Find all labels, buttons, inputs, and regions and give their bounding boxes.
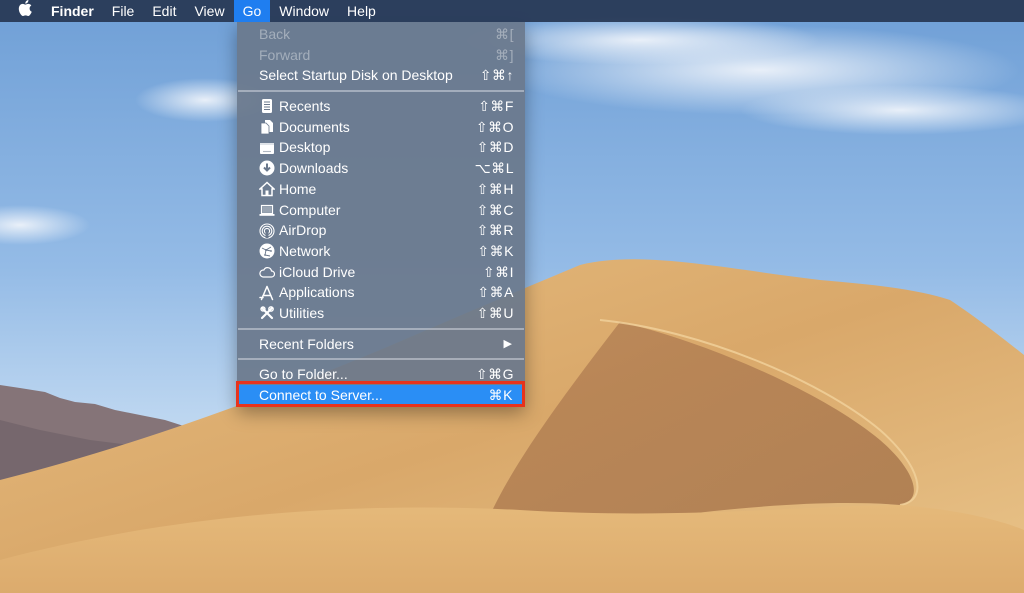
network-icon — [258, 243, 275, 260]
menu-item-label: Connect to Server... — [259, 387, 383, 403]
menu-file[interactable]: File — [103, 0, 144, 22]
menu-separator — [238, 90, 524, 93]
menu-item-shortcut: ⇧⌘F — [478, 98, 514, 115]
menu-item-shortcut: ⇧⌘C — [476, 201, 514, 218]
icloud-icon — [258, 263, 275, 280]
menu-item-shortcut: ⇧⌘A — [477, 284, 514, 301]
home-icon — [258, 181, 275, 198]
menu-item-shortcut: ⇧⌘↑ — [479, 67, 514, 84]
menu-go[interactable]: Go — [233, 0, 271, 22]
recents-icon — [258, 98, 275, 115]
utilities-icon — [258, 305, 275, 322]
menu-finder[interactable]: Finder — [42, 0, 103, 22]
menu-item-go-to-folder[interactable]: Go to Folder... ⇧⌘G — [237, 364, 525, 385]
menu-item-shortcut: ⇧⌘D — [476, 139, 514, 156]
menu-item-shortcut: ⌥⌘L — [474, 160, 514, 177]
menu-item-recent-folders[interactable]: Recent Folders ▶ — [237, 334, 525, 355]
menu-item-back[interactable]: Back ⌘[ — [237, 24, 525, 45]
menu-item-computer[interactable]: Computer ⇧⌘C — [237, 200, 525, 221]
submenu-arrow-icon: ▶ — [503, 337, 512, 350]
menu-item-shortcut: ⇧⌘H — [476, 180, 514, 197]
menu-item-shortcut: ⇧⌘G — [475, 366, 514, 383]
menu-edit[interactable]: Edit — [143, 0, 185, 22]
menu-item-connect-to-server[interactable]: Connect to Server... ⌘K — [238, 385, 524, 406]
menu-item-airdrop[interactable]: AirDrop ⇧⌘R — [237, 220, 525, 241]
menu-item-label: iCloud Drive — [279, 263, 356, 280]
menu-separator — [238, 358, 524, 361]
documents-icon — [258, 119, 275, 136]
menu-item-icloud-drive[interactable]: iCloud Drive ⇧⌘I — [237, 262, 525, 283]
menu-item-label: Forward — [259, 46, 311, 63]
menu-item-shortcut: ⇧⌘U — [476, 304, 514, 321]
menu-item-network[interactable]: Network ⇧⌘K — [237, 241, 525, 262]
menu-item-forward[interactable]: Forward ⌘] — [237, 45, 525, 66]
menu-item-shortcut: ⌘[ — [495, 26, 514, 42]
menu-item-documents[interactable]: Documents ⇧⌘O — [237, 117, 525, 138]
menu-item-downloads[interactable]: Downloads ⌥⌘L — [237, 158, 525, 179]
menu-item-shortcut: ⇧⌘R — [476, 222, 514, 239]
menu-item-label: Back — [259, 26, 291, 42]
downloads-icon — [258, 160, 275, 177]
menu-item-applications[interactable]: Applications ⇧⌘A — [237, 282, 525, 303]
menu-item-label: Recent Folders — [259, 335, 354, 352]
menu-help[interactable]: Help — [338, 0, 385, 22]
menu-item-label: Select Startup Disk on Desktop — [259, 67, 453, 84]
menu-item-shortcut: ⌘] — [495, 46, 514, 63]
menu-view[interactable]: View — [185, 0, 233, 22]
menu-bar: Finder File Edit View Go Window Help — [0, 0, 1024, 22]
menu-item-desktop[interactable]: Desktop ⇧⌘D — [237, 137, 525, 158]
desktop-icon — [258, 139, 275, 156]
menu-item-shortcut: ⇧⌘O — [475, 118, 514, 135]
menu-window[interactable]: Window — [270, 0, 338, 22]
apple-menu[interactable] — [0, 0, 42, 22]
menu-separator — [238, 327, 524, 330]
apple-logo-icon — [18, 0, 32, 22]
menu-item-utilities[interactable]: Utilities ⇧⌘U — [237, 303, 525, 324]
go-menu-dropdown: Back ⌘[ Forward ⌘] Select Startup Disk o… — [237, 22, 525, 407]
menu-item-shortcut: ⌘K — [488, 387, 513, 403]
menu-item-recents[interactable]: Recents ⇧⌘F — [237, 96, 525, 117]
menu-item-shortcut: ⇧⌘K — [477, 242, 514, 259]
computer-icon — [258, 201, 275, 218]
menu-item-shortcut: ⇧⌘I — [482, 263, 514, 280]
airdrop-icon — [258, 222, 275, 239]
menu-item-home[interactable]: Home ⇧⌘H — [237, 179, 525, 200]
menu-item-select-startup-disk[interactable]: Select Startup Disk on Desktop ⇧⌘↑ — [237, 65, 525, 86]
applications-icon — [258, 284, 275, 301]
